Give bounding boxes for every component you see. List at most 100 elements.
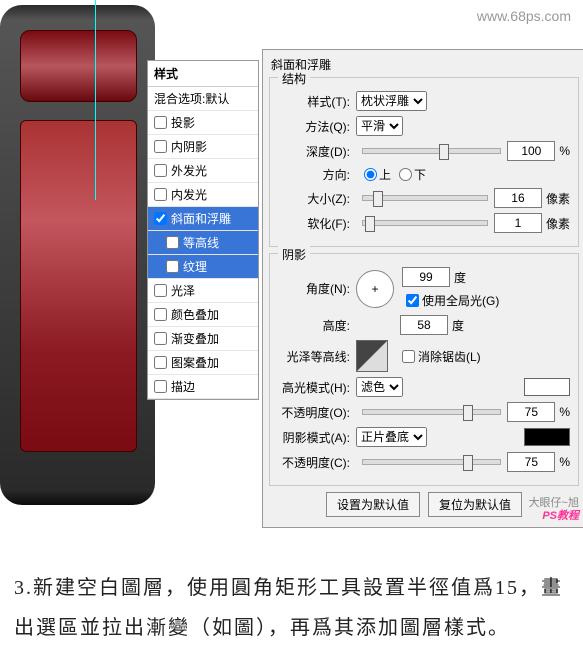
style-checkbox[interactable] [154, 116, 167, 129]
style-label: 内阴影 [171, 138, 207, 155]
styles-header: 样式 [148, 61, 258, 87]
device-mockup [0, 5, 155, 505]
tutorial-caption: 3.新建空白圖層，使用圓角矩形工具設置半徑值爲15，畫出選區並拉出漸變（如圖），… [0, 550, 583, 668]
style-checkbox[interactable] [166, 236, 179, 249]
direction-label: 方向: [278, 166, 350, 183]
size-slider[interactable] [362, 195, 488, 201]
style-checkbox[interactable] [166, 260, 179, 273]
panel-title: 斜面和浮雕 [271, 56, 579, 73]
highlight-color-swatch[interactable] [524, 378, 570, 396]
shadow-opacity-label: 不透明度(C): [278, 454, 350, 471]
style-row-描边[interactable]: 描边 [148, 375, 258, 399]
depth-input[interactable] [507, 141, 555, 161]
highlight-opacity-label: 不透明度(O): [278, 404, 350, 421]
direction-up-radio[interactable] [364, 168, 377, 181]
style-row-纹理[interactable]: 纹理 [148, 255, 258, 279]
shadow-mode-select[interactable]: 正片叠底 [356, 427, 427, 447]
altitude-input[interactable] [400, 315, 448, 335]
global-light-checkbox[interactable] [406, 294, 419, 307]
style-checkbox[interactable] [154, 332, 167, 345]
soften-input[interactable] [494, 213, 542, 233]
crosshair-icon: + [371, 282, 378, 296]
style-row-内阴影[interactable]: 内阴影 [148, 135, 258, 159]
soften-slider[interactable] [362, 220, 488, 226]
reset-default-button[interactable]: 复位为默认值 [428, 492, 522, 517]
style-select[interactable]: 枕状浮雕 [356, 91, 427, 111]
size-label: 大小(Z): [278, 190, 350, 207]
structure-group: 结构 样式(T): 枕状浮雕 方法(Q): 平滑 深度(D): % 方向: 上 … [269, 77, 579, 247]
style-row-光泽[interactable]: 光泽 [148, 279, 258, 303]
style-checkbox[interactable] [154, 284, 167, 297]
angle-dial[interactable]: + [356, 270, 394, 308]
style-row-等高线[interactable]: 等高线 [148, 231, 258, 255]
angle-unit: 度 [454, 269, 466, 286]
highlight-mode-label: 高光模式(H): [278, 379, 350, 396]
shadow-color-swatch[interactable] [524, 428, 570, 446]
bevel-emboss-options: 斜面和浮雕 结构 样式(T): 枕状浮雕 方法(Q): 平滑 深度(D): % … [262, 49, 583, 528]
highlight-mode-select[interactable]: 滤色 [356, 377, 403, 397]
style-label: 等高线 [183, 234, 219, 251]
style-checkbox[interactable] [154, 356, 167, 369]
style-label: 斜面和浮雕 [171, 210, 231, 227]
depth-unit: % [559, 144, 570, 158]
style-label: 纹理 [183, 258, 207, 275]
style-checkbox[interactable] [154, 140, 167, 153]
device-body [20, 120, 137, 452]
shading-title: 阴影 [278, 246, 310, 263]
soften-unit: 像素 [546, 215, 570, 232]
gloss-contour-swatch[interactable] [356, 340, 388, 372]
depth-slider[interactable] [362, 148, 501, 154]
shadow-mode-label: 阴影模式(A): [278, 429, 350, 446]
size-unit: 像素 [546, 190, 570, 207]
style-row-颜色叠加[interactable]: 颜色叠加 [148, 303, 258, 327]
angle-label: 角度(N): [278, 280, 350, 297]
style-checkbox[interactable] [154, 188, 167, 201]
depth-label: 深度(D): [278, 143, 350, 160]
angle-input[interactable] [402, 267, 450, 287]
altitude-unit: 度 [452, 317, 464, 334]
styles-panel: 样式 混合选项:默认 投影内阴影外发光内发光斜面和浮雕等高线纹理光泽颜色叠加渐变… [147, 60, 259, 400]
shadow-opacity-input[interactable] [507, 452, 555, 472]
technique-select[interactable]: 平滑 [356, 116, 403, 136]
shading-group: 阴影 角度(N): + 度 使用全局光(G) 高度: [269, 253, 579, 486]
style-label: 光泽 [171, 282, 195, 299]
style-checkbox[interactable] [154, 308, 167, 321]
style-label: 图案叠加 [171, 354, 219, 371]
watermark: www.68ps.com [477, 8, 571, 24]
style-label: 渐变叠加 [171, 330, 219, 347]
direction-up-label: 上 [379, 166, 391, 183]
style-label: 内发光 [171, 186, 207, 203]
blend-options-row[interactable]: 混合选项:默认 [148, 87, 258, 111]
highlight-opacity-input[interactable] [507, 402, 555, 422]
style-checkbox[interactable] [154, 164, 167, 177]
style-checkbox[interactable] [154, 212, 167, 225]
author-watermark: 大眼仔~旭PS教程 [529, 497, 579, 523]
antialias-checkbox[interactable] [402, 350, 415, 363]
style-row-投影[interactable]: 投影 [148, 111, 258, 135]
style-label: 颜色叠加 [171, 306, 219, 323]
direction-down-label: 下 [414, 166, 426, 183]
style-label: 样式(T): [278, 93, 350, 110]
direction-down-radio[interactable] [399, 168, 412, 181]
guide-line [95, 0, 96, 200]
technique-label: 方法(Q): [278, 118, 350, 135]
style-row-渐变叠加[interactable]: 渐变叠加 [148, 327, 258, 351]
make-default-button[interactable]: 设置为默认值 [326, 492, 420, 517]
highlight-opacity-slider[interactable] [362, 409, 501, 415]
style-label: 外发光 [171, 162, 207, 179]
shadow-opacity-unit: % [559, 455, 570, 469]
global-light-label: 使用全局光(G) [422, 292, 499, 309]
altitude-label: 高度: [278, 317, 350, 334]
style-label: 描边 [171, 378, 195, 395]
shadow-opacity-slider[interactable] [362, 459, 501, 465]
style-row-外发光[interactable]: 外发光 [148, 159, 258, 183]
style-checkbox[interactable] [154, 380, 167, 393]
device-screen [20, 30, 137, 102]
style-row-内发光[interactable]: 内发光 [148, 183, 258, 207]
style-row-斜面和浮雕[interactable]: 斜面和浮雕 [148, 207, 258, 231]
style-row-图案叠加[interactable]: 图案叠加 [148, 351, 258, 375]
structure-title: 结构 [278, 70, 310, 87]
soften-label: 软化(F): [278, 215, 350, 232]
gloss-contour-label: 光泽等高线: [278, 348, 350, 365]
size-input[interactable] [494, 188, 542, 208]
